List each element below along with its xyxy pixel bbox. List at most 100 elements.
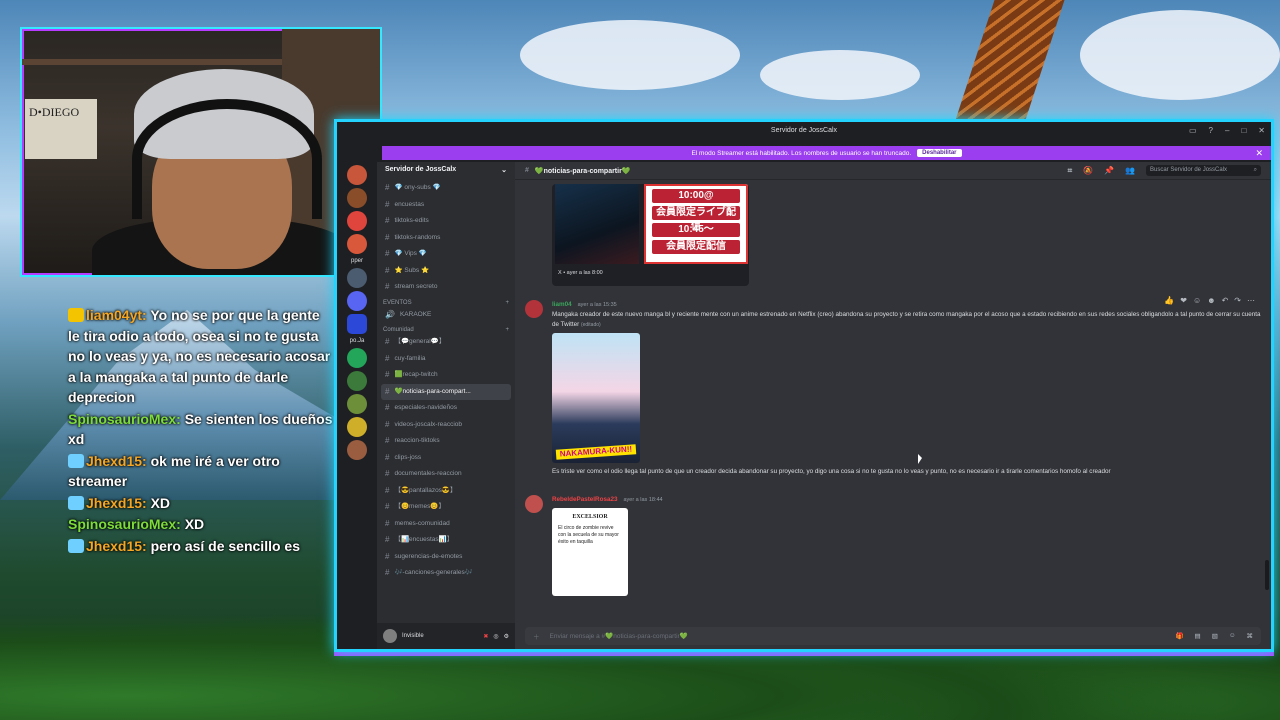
search-input[interactable]: Buscar Servidor de JossCalx ⌕	[1146, 165, 1261, 176]
server-icon[interactable]	[347, 291, 367, 311]
avatar[interactable]	[383, 629, 397, 643]
channel-item[interactable]: # videos-joscalx-reacciob	[377, 417, 515, 434]
embed-caption: X • ayer a las 8:00	[558, 270, 603, 276]
server-icon[interactable]	[347, 165, 367, 185]
members-icon[interactable]: 👥	[1125, 166, 1135, 175]
close-banner-icon[interactable]: ✕	[1255, 148, 1263, 159]
channel-item[interactable]: # cuy-familia	[377, 351, 515, 368]
chevron-down-icon[interactable]: ⌄	[501, 166, 507, 176]
category-community[interactable]: Comunidad +	[377, 323, 515, 334]
channel-name: videos-joscalx-reacciob	[394, 420, 463, 428]
attached-image[interactable]: NAKAMURA-KUN!!	[552, 333, 640, 463]
server-icon[interactable]	[347, 234, 367, 254]
channel-item[interactable]: # especiales-navideños	[377, 400, 515, 417]
author-name[interactable]: RebeldePastelRosa23	[552, 495, 617, 505]
gift-icon[interactable]: 🎁	[1175, 632, 1183, 640]
channel-sidebar: Servidor de JossCalx ⌄ # 💎 ony-subs 💎 # enc…	[377, 162, 515, 649]
channel-item[interactable]: # documentales-reaccion	[377, 466, 515, 483]
message-composer[interactable]: ＋ Enviar mensaje a #💚noticias-para-compa…	[525, 627, 1261, 645]
channel-name: 🟩recap-twitch	[394, 371, 438, 378]
channel-name: cuy-familia	[394, 354, 426, 362]
plus-icon[interactable]: +	[505, 300, 509, 306]
channel-item[interactable]: # 🟩recap-twitch	[377, 367, 515, 384]
channel-item[interactable]: # 💚noticias-para-compart...	[381, 383, 511, 400]
channel-item[interactable]: # memes-comunidad	[377, 516, 515, 533]
channel-item[interactable]: # 【💬general💬】	[377, 334, 515, 351]
threads-icon[interactable]: ⌗	[1068, 166, 1073, 176]
plus-icon[interactable]: +	[505, 327, 509, 333]
inbox-icon[interactable]: ▭	[1189, 122, 1197, 140]
server-label[interactable]: po.Ja	[337, 338, 377, 344]
close-button[interactable]: ✕	[1258, 122, 1265, 140]
gif-icon[interactable]: ▤	[1195, 632, 1201, 640]
chat-area: # 💚noticias-para-compartir💚 ⌗ 🔕 📌 👥 Busc…	[515, 162, 1271, 649]
notifications-icon[interactable]: 🔕	[1083, 166, 1093, 175]
add-attachment-icon[interactable]: ＋	[533, 631, 540, 641]
server-icon[interactable]	[347, 211, 367, 231]
disable-streamer-button[interactable]: Deshabilitar	[917, 149, 962, 157]
sticker-icon[interactable]: ▧	[1212, 632, 1218, 640]
channel-item[interactable]: # stream secreto	[377, 279, 515, 296]
event-item[interactable]: 🔊 KARAOKE	[377, 307, 515, 324]
headset	[132, 99, 322, 219]
banner-text: El modo Streamer está habilitado. Los no…	[691, 149, 912, 157]
webcam-overlay: D•DIEGO	[20, 27, 382, 277]
emoji-icon[interactable]: ☺	[1229, 632, 1236, 640]
link-embed[interactable]: 10:00@ 会員限定ライブ配信 10:45〜 会員限定配信 X • ayer …	[552, 184, 749, 286]
help-icon[interactable]: ?	[1209, 122, 1213, 140]
pin-icon[interactable]: 📌	[1104, 166, 1114, 175]
maximize-button[interactable]: □	[1241, 122, 1246, 140]
channel-item[interactable]: # encuestas	[377, 197, 515, 214]
minimize-button[interactable]: –	[1225, 122, 1229, 140]
mute-icon[interactable]: ✖	[483, 633, 488, 640]
server-icon[interactable]	[347, 268, 367, 288]
server-header[interactable]: Servidor de JossCalx ⌄	[377, 162, 515, 180]
apps-icon[interactable]: ⌘	[1247, 632, 1254, 640]
server-rail: pper po.Ja	[337, 162, 377, 649]
server-icon[interactable]	[347, 440, 367, 460]
attached-image[interactable]: EXCELSIOR El circo de zombie revive con …	[552, 508, 628, 596]
channel-name: 💚noticias-para-compart...	[394, 387, 471, 395]
category-events[interactable]: EVENTOS +	[377, 296, 515, 307]
channel-item[interactable]: # sugerencias-de-emotes	[377, 549, 515, 566]
server-label[interactable]: pper	[337, 258, 377, 264]
embed-schedule-image[interactable]: 10:00@ 会員限定ライブ配信 10:45〜 会員限定配信	[644, 184, 748, 264]
channel-item[interactable]: # tiktoks-randoms	[377, 230, 515, 247]
server-icon[interactable]	[347, 188, 367, 208]
window-title: Servidor de JossCalx	[770, 127, 838, 134]
message-body: Mangaka creador de este nuevo manga bl y…	[552, 310, 1261, 330]
hash-icon: #	[385, 469, 390, 478]
channel-item[interactable]: # clips-joss	[377, 450, 515, 467]
channel-item[interactable]: # ⭐ Subs ⭐	[377, 263, 515, 280]
channel-item[interactable]: # 【😎pantallazos😎】	[377, 483, 515, 500]
chat-username: Jhexd15:	[86, 452, 147, 469]
composer-placeholder: Enviar mensaje a #💚noticias-para-compart…	[549, 633, 688, 640]
avatar[interactable]	[525, 495, 543, 513]
server-icon[interactable]	[347, 394, 367, 414]
message: liam04 ayer a las 15:35 Mangaka creador …	[525, 300, 1261, 477]
server-icon[interactable]	[347, 314, 367, 334]
channel-item[interactable]: # 【😊memes😊】	[377, 499, 515, 516]
channel-item[interactable]: # 💎 ony-subs 💎	[377, 180, 515, 197]
server-icon[interactable]	[347, 417, 367, 437]
embed-line: 10:45〜	[652, 223, 740, 237]
message-header: RebeldePastelRosa23 ayer a las 18:44	[552, 495, 1261, 505]
channel-item[interactable]: # reaccion-tiktoks	[377, 433, 515, 450]
server-icon[interactable]	[347, 371, 367, 391]
settings-gear-icon[interactable]: ⚙	[504, 633, 509, 640]
discord-window: Servidor de JossCalx ▭ ? – □ ✕ El modo S…	[334, 119, 1274, 652]
channel-item[interactable]: # 🎶-canciones-generales🎶	[377, 565, 515, 582]
embed-poster-image[interactable]	[555, 184, 639, 264]
hash-icon: #	[385, 518, 390, 528]
search-icon: ⌕	[1253, 167, 1257, 173]
edited-tag: (editado)	[580, 322, 601, 328]
stream-chat: liam04yt: Yo no se por que la gente le t…	[60, 305, 335, 557]
author-name[interactable]: liam04	[552, 300, 572, 310]
headphones-icon[interactable]: ◎	[493, 633, 498, 640]
channel-item[interactable]: # 💎 Vips 💎	[377, 246, 515, 263]
channel-item[interactable]: # 【📊encuestas📊】	[377, 532, 515, 549]
scrollbar[interactable]	[1265, 560, 1269, 590]
channel-item[interactable]: # tiktoks-edits	[377, 213, 515, 230]
avatar[interactable]	[525, 300, 543, 318]
download-icon[interactable]	[347, 348, 367, 368]
